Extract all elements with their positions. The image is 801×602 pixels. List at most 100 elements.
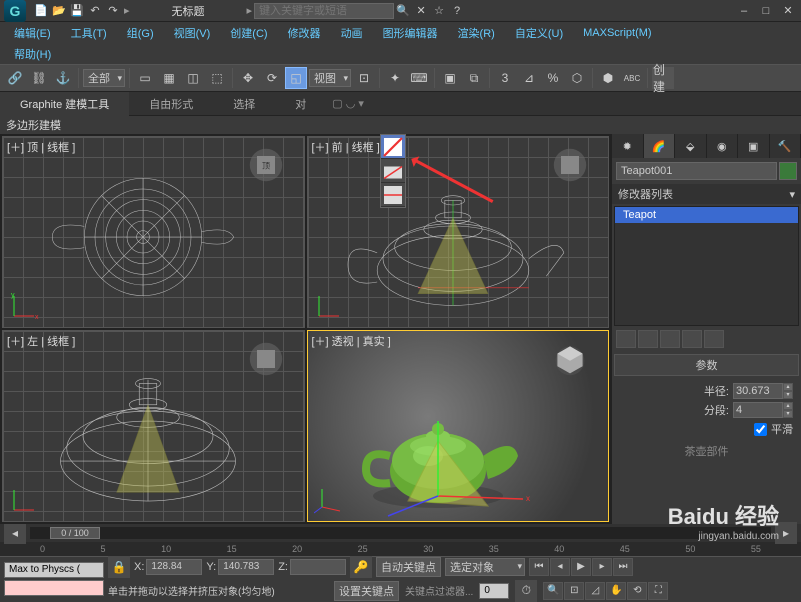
keyboard-icon[interactable]: ⌨	[408, 67, 430, 89]
scale-icon[interactable]: ◱	[285, 67, 307, 89]
viewport-perspective[interactable]: [＋] 透视 | 真实 ] x	[307, 330, 610, 522]
goto-end-icon[interactable]: ⏭	[613, 558, 633, 576]
open-icon[interactable]: 📂	[50, 2, 68, 20]
next-frame-icon[interactable]: ▸	[592, 558, 612, 576]
maximize-icon[interactable]: □	[757, 2, 775, 20]
segs-spin-down-icon[interactable]: ▾	[783, 410, 793, 418]
key-filters-link[interactable]: 关键点过滤器...	[405, 583, 473, 598]
app-logo[interactable]: G	[4, 0, 26, 22]
named-sel-icon[interactable]: ▣	[439, 67, 461, 89]
rollout-params-header[interactable]: 参数	[614, 354, 799, 376]
setkey-button[interactable]: 设置关键点	[334, 581, 399, 601]
time-ruler[interactable]: 0510152025303540455055	[0, 542, 801, 556]
show-end-icon[interactable]	[638, 330, 658, 348]
viewcube-left[interactable]	[248, 341, 284, 377]
nav-orbit-icon[interactable]: ⟲	[627, 582, 647, 600]
ribbon-tab-object[interactable]: 对	[275, 92, 326, 116]
prev-frame-icon[interactable]: ◂	[550, 558, 570, 576]
select-region-icon[interactable]: ◫	[182, 67, 204, 89]
viewcube-top[interactable]: 顶	[248, 147, 284, 183]
lock-selection-icon[interactable]: 🔒	[108, 556, 130, 578]
create-sel-icon[interactable]: 创建	[652, 67, 674, 89]
segments-input[interactable]	[733, 402, 783, 418]
nav-zoom-icon[interactable]: 🔍	[543, 582, 563, 600]
spinnersnap-icon[interactable]: ⬡	[566, 67, 588, 89]
viewport-top[interactable]: [＋] 顶 | 线框 ] 顶 xy	[2, 136, 305, 328]
move-icon[interactable]: ✥	[237, 67, 259, 89]
ribbon-tab-selection[interactable]: 选择	[213, 92, 275, 116]
select-name-icon[interactable]: ▦	[158, 67, 180, 89]
menu-grapheditors[interactable]: 图形编辑器	[373, 23, 448, 43]
key-icon[interactable]: 🔑	[350, 556, 372, 578]
minimize-icon[interactable]: –	[735, 2, 753, 20]
segs-spin-up-icon[interactable]: ▴	[783, 402, 793, 410]
recent-chevron-icon[interactable]: ▸	[247, 4, 253, 17]
menu-create[interactable]: 创建(C)	[220, 23, 277, 43]
cmdtab-motion-icon[interactable]: ◉	[707, 134, 739, 158]
scale-squash-icon[interactable]	[381, 183, 405, 207]
maxscript-listener-input[interactable]	[4, 562, 104, 578]
radius-spin-up-icon[interactable]: ▴	[783, 383, 793, 391]
nav-zoomall-icon[interactable]: ⊡	[564, 582, 584, 600]
radius-spin-down-icon[interactable]: ▾	[783, 391, 793, 399]
coord-y-input[interactable]	[218, 559, 274, 575]
pivot-icon[interactable]: ⊡	[353, 67, 375, 89]
time-slider-thumb[interactable]: 0 / 100	[50, 527, 100, 539]
nav-pan-icon[interactable]: ✋	[606, 582, 626, 600]
menu-views[interactable]: 视图(V)	[164, 23, 221, 43]
menu-help[interactable]: 帮助(H)	[4, 44, 61, 64]
binoculars-icon[interactable]: 🔍	[394, 2, 412, 20]
menu-rendering[interactable]: 渲染(R)	[448, 23, 505, 43]
cmdtab-modify-icon[interactable]: 🌈	[644, 134, 676, 158]
new-icon[interactable]: 📄	[32, 2, 50, 20]
remove-mod-icon[interactable]	[682, 330, 702, 348]
bind-icon[interactable]: ⚓	[52, 67, 74, 89]
menu-customize[interactable]: 自定义(U)	[505, 23, 573, 43]
snap3-icon[interactable]: 3	[494, 67, 516, 89]
pin-stack-icon[interactable]	[616, 330, 636, 348]
close-icon[interactable]: ✕	[779, 2, 797, 20]
play-icon[interactable]: ▶	[571, 558, 591, 576]
menu-animation[interactable]: 动画	[331, 23, 373, 43]
ribbon-tab-graphite[interactable]: Graphite 建模工具	[0, 92, 129, 116]
scale-uniform-icon[interactable]	[381, 135, 405, 159]
menu-tools[interactable]: 工具(T)	[61, 23, 117, 43]
window-crossing-icon[interactable]: ⬚	[206, 67, 228, 89]
scale-nonuniform-icon[interactable]	[381, 159, 405, 183]
connect-icon[interactable]: ✕	[412, 2, 430, 20]
selection-filter-dropdown[interactable]: 全部	[83, 69, 125, 87]
coord-z-input[interactable]	[290, 559, 346, 575]
radius-input[interactable]	[733, 383, 783, 399]
select-manip-icon[interactable]: ✦	[384, 67, 406, 89]
star-icon[interactable]: ☆	[430, 2, 448, 20]
modifier-list-dropdown-icon[interactable]: ▾	[789, 188, 795, 201]
time-slider-track[interactable]: 0 / 100	[30, 527, 771, 539]
percentsnap-icon[interactable]: %	[542, 67, 564, 89]
ref-coord-dropdown[interactable]: 视图	[309, 69, 351, 87]
teapot-object[interactable]: x	[358, 401, 538, 521]
object-color-swatch[interactable]	[779, 162, 797, 180]
redo-icon[interactable]: ↷	[104, 2, 122, 20]
ribbon-tab-freeform[interactable]: 自由形式	[129, 92, 213, 116]
search-input[interactable]	[254, 3, 394, 19]
viewport-front[interactable]: [＋] 前 | 线框 ]	[307, 136, 610, 328]
rotate-icon[interactable]: ⟳	[261, 67, 283, 89]
autokey-button[interactable]: 自动关键点	[376, 557, 441, 577]
unlink-icon[interactable]: ⛓	[28, 67, 50, 89]
maxscript-output[interactable]	[4, 580, 104, 596]
timeslider-prev-icon[interactable]: ◂	[4, 522, 26, 544]
key-filter-dropdown[interactable]: 选定对象	[445, 558, 525, 576]
ribbon-expand-icon[interactable]: ▢ ◡ ▾	[326, 95, 370, 112]
cmdtab-utilities-icon[interactable]: 🔨	[770, 134, 801, 158]
help-icon[interactable]: ?	[448, 2, 466, 20]
viewcube-front[interactable]	[552, 147, 588, 183]
viewcube-persp[interactable]	[552, 341, 588, 377]
undo-icon[interactable]: ↶	[86, 2, 104, 20]
modifier-stack[interactable]: Teapot	[614, 206, 799, 326]
goto-start-icon[interactable]: ⏮	[529, 558, 549, 576]
editnamed-icon[interactable]: ⬢	[597, 67, 619, 89]
time-config-icon[interactable]: ⏱	[515, 580, 537, 602]
menu-maxscript[interactable]: MAXScript(M)	[573, 25, 661, 41]
nav-fov-icon[interactable]: ◿	[585, 582, 605, 600]
make-unique-icon[interactable]	[660, 330, 680, 348]
